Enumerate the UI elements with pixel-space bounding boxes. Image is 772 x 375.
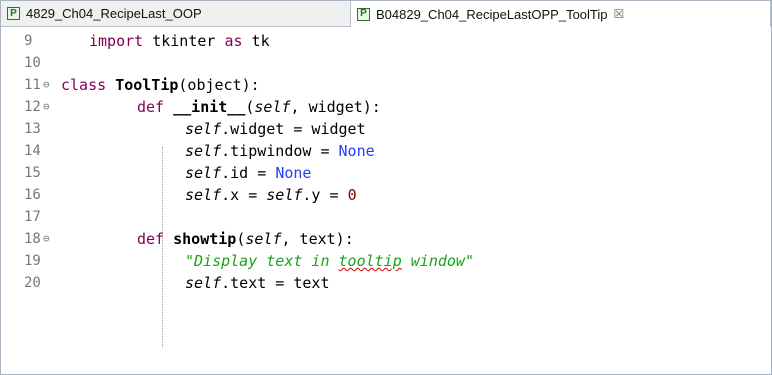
code-fragment: (object):: [178, 76, 260, 94]
line-number: 9: [24, 33, 33, 49]
self-param: self: [185, 164, 222, 182]
code-line: 19 "Display text in tooltip window": [1, 249, 771, 273]
line-number: 17: [24, 209, 41, 225]
code-text: def __init__(self, widget):: [137, 95, 381, 119]
string-fragment: window": [401, 252, 474, 270]
code-editor[interactable]: 9 import tkinter as tk 10 11 ⊖ class Too…: [1, 27, 771, 374]
code-line: 15 self.id = None: [1, 161, 771, 185]
code-fragment: .text = text: [221, 274, 330, 292]
spelling-warning: tooltip: [338, 252, 402, 270]
python-file-icon: P: [357, 7, 370, 21]
fold-toggle-icon[interactable]: ⊖: [43, 95, 50, 119]
python-file-icon: P: [7, 7, 20, 20]
code-line: 12 ⊖ def __init__(self, widget):: [1, 95, 771, 119]
code-line: 13 self.widget = widget: [1, 117, 771, 141]
code-line: 17: [1, 205, 771, 229]
line-number: 13: [24, 121, 41, 137]
self-param: self: [185, 274, 222, 292]
code-text: self.id = None: [185, 161, 311, 185]
close-icon[interactable]: ☒: [614, 8, 625, 20]
keyword: def: [137, 230, 165, 248]
code-line: 18 ⊖ def showtip(self, text):: [1, 227, 771, 251]
string-fragment: "Display text in: [185, 252, 339, 270]
constant: None: [275, 164, 312, 182]
code-line: 14 self.tipwindow = None: [1, 139, 771, 163]
docstring: "Display text in tooltip window": [185, 249, 474, 273]
line-number: 20: [24, 275, 41, 291]
number-literal: 0: [347, 186, 357, 204]
code-line: 11 ⊖ class ToolTip(object):: [1, 73, 771, 97]
self-param: self: [245, 230, 282, 248]
code-line: 20 self.text = text: [1, 271, 771, 295]
code-line: 9 import tkinter as tk: [1, 29, 771, 53]
constant: None: [338, 142, 375, 160]
self-param: self: [254, 98, 291, 116]
code-fragment: .id =: [221, 164, 276, 182]
class-name: ToolTip: [115, 76, 179, 94]
editor-tab-bar: P 4829_Ch04_RecipeLast_OOP P B04829_Ch04…: [1, 1, 771, 27]
identifier: tkinter: [152, 32, 225, 50]
line-number: 16: [24, 187, 41, 203]
code-fragment: .tipwindow =: [221, 142, 339, 160]
code-text: def showtip(self, text):: [137, 227, 354, 251]
code-line: 10: [1, 51, 771, 75]
fold-toggle-icon[interactable]: ⊖: [43, 227, 50, 251]
code-fragment: .widget = widget: [221, 120, 366, 138]
code-text: import tkinter as tk: [89, 29, 270, 53]
code-text: class ToolTip(object):: [61, 73, 260, 97]
function-name: showtip: [173, 230, 237, 248]
keyword: class: [61, 76, 107, 94]
editor-window: P 4829_Ch04_RecipeLast_OOP P B04829_Ch04…: [0, 0, 772, 375]
identifier: tk: [242, 32, 270, 50]
self-param: self: [185, 142, 222, 160]
line-number: 19: [24, 253, 41, 269]
function-name: __init__: [173, 98, 246, 116]
self-param: self: [266, 186, 303, 204]
code-line: 16 self.x = self.y = 0: [1, 183, 771, 207]
keyword: as: [224, 32, 243, 50]
code-text: self.tipwindow = None: [185, 139, 375, 163]
code-fragment: , widget):: [290, 98, 381, 116]
self-param: self: [185, 186, 222, 204]
line-number: 14: [24, 143, 41, 159]
keyword: def: [137, 98, 165, 116]
keyword: import: [89, 32, 144, 50]
tab-label: B04829_Ch04_RecipeLastOPP_ToolTip: [376, 6, 608, 22]
line-number: 10: [24, 55, 41, 71]
code-fragment: .x =: [221, 186, 267, 204]
fold-toggle-icon[interactable]: ⊖: [43, 73, 50, 97]
code-fragment: , text):: [281, 230, 354, 248]
code-text: self.text = text: [185, 271, 330, 295]
tab-recipe-tooltip[interactable]: P B04829_Ch04_RecipeLastOPP_ToolTip ☒: [350, 1, 771, 27]
code-text: self.x = self.y = 0: [185, 183, 357, 207]
code-text: self.widget = widget: [185, 117, 366, 141]
line-number: 15: [24, 165, 41, 181]
code-fragment: .y =: [302, 186, 348, 204]
tab-recipe-last-oop[interactable]: P 4829_Ch04_RecipeLast_OOP: [7, 1, 337, 26]
tab-label: 4829_Ch04_RecipeLast_OOP: [26, 6, 202, 21]
self-param: self: [185, 120, 222, 138]
